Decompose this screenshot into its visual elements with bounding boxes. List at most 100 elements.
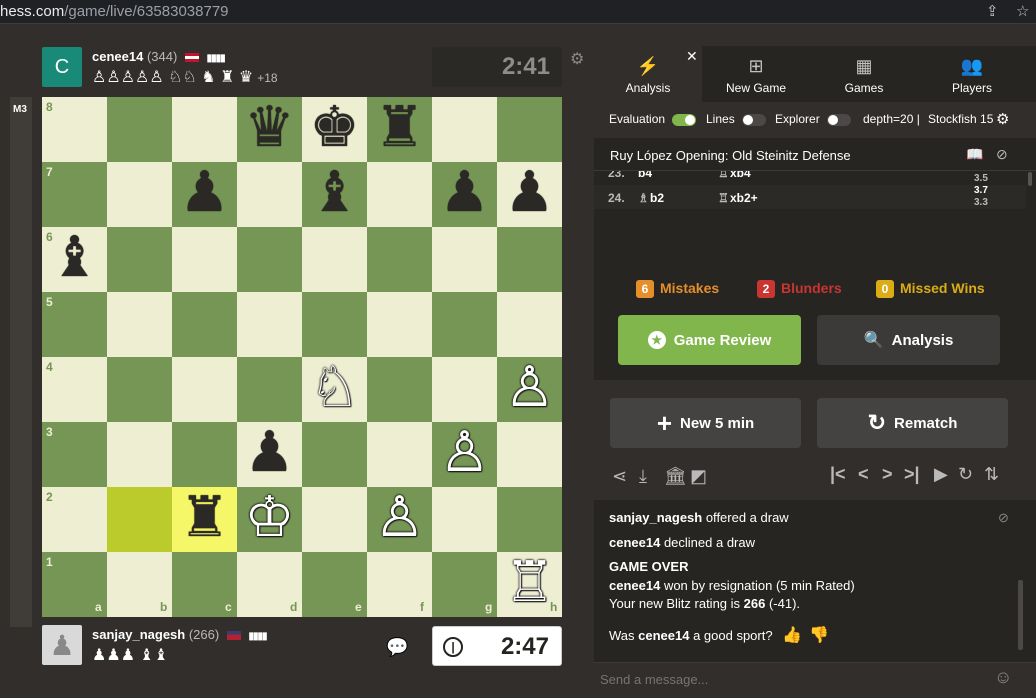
square-h3[interactable] bbox=[497, 422, 562, 487]
lines-toggle[interactable]: Lines bbox=[706, 112, 767, 126]
square-h2[interactable] bbox=[497, 487, 562, 552]
chessboard[interactable]: 8 7 6 5 4 3 2 1 a b c d e f g h ♛ ♚ ♜ ♟ ♝ ♟ ♟ ♝ ♘ ♙ ♟ ♙ ♜ ♔ ♙ ♖ bbox=[42, 95, 562, 617]
square-f4[interactable] bbox=[367, 357, 432, 422]
square-d5[interactable] bbox=[237, 292, 302, 357]
tab-games[interactable]: ▦ Games bbox=[810, 46, 918, 102]
square-e2[interactable] bbox=[302, 487, 367, 552]
square-d6[interactable] bbox=[237, 227, 302, 292]
square-c6[interactable] bbox=[172, 227, 237, 292]
square-g4[interactable] bbox=[432, 357, 497, 422]
library-icon[interactable]: 🏛 bbox=[664, 466, 687, 487]
previous-move-icon[interactable]: < bbox=[858, 464, 869, 485]
move-black[interactable]: xb4 bbox=[730, 171, 751, 180]
close-icon[interactable]: ✕ bbox=[686, 48, 698, 65]
black-pawn-d3[interactable]: ♟ bbox=[237, 420, 302, 485]
share-icon[interactable]: ⋖ bbox=[612, 466, 627, 487]
square-d4[interactable] bbox=[237, 357, 302, 422]
player-name[interactable]: sanjay_nagesh bbox=[92, 627, 185, 642]
emoji-icon[interactable]: ☺ bbox=[994, 667, 1012, 688]
square-h8[interactable] bbox=[497, 97, 562, 162]
white-knight-e4[interactable]: ♘ bbox=[302, 355, 367, 420]
url-text[interactable]: hess.com/game/live/63583038779 bbox=[0, 3, 229, 20]
star-icon[interactable]: ☆ bbox=[1016, 2, 1029, 20]
analysis-button[interactable]: 🔍 Analysis bbox=[817, 315, 1000, 365]
browser-address-bar[interactable]: hess.com/game/live/63583038779 ⇪ ☆ bbox=[0, 0, 1036, 24]
black-king-e8[interactable]: ♚ bbox=[302, 95, 367, 160]
scrollbar[interactable] bbox=[1018, 580, 1023, 650]
black-pawn-h7[interactable]: ♟ bbox=[497, 160, 562, 225]
thumbs-down-icon[interactable]: 👎 bbox=[809, 625, 829, 645]
share-icon[interactable]: ⇪ bbox=[986, 2, 999, 20]
gear-icon[interactable]: ⚙ bbox=[996, 110, 1009, 128]
game-review-button[interactable]: ★ Game Review bbox=[618, 315, 801, 365]
new-game-button[interactable]: + New 5 min bbox=[610, 398, 801, 448]
compass-icon[interactable]: ⊘ bbox=[996, 146, 1008, 163]
square-h5[interactable] bbox=[497, 292, 562, 357]
square-g5[interactable] bbox=[432, 292, 497, 357]
move-white[interactable]: b4 bbox=[638, 171, 652, 180]
square-e5[interactable] bbox=[302, 292, 367, 357]
square-g2[interactable] bbox=[432, 487, 497, 552]
square-f7[interactable] bbox=[367, 162, 432, 227]
book-icon[interactable]: 📖 bbox=[966, 146, 983, 163]
square-b6[interactable] bbox=[107, 227, 172, 292]
square-b7[interactable] bbox=[107, 162, 172, 227]
black-bishop-a6[interactable]: ♝ bbox=[42, 225, 107, 290]
black-rook-f8[interactable]: ♜ bbox=[367, 95, 432, 160]
white-pawn-f2[interactable]: ♙ bbox=[367, 485, 432, 550]
avatar[interactable]: ♟ bbox=[42, 625, 82, 665]
move-black[interactable]: xb2+ bbox=[730, 191, 758, 205]
square-b2[interactable] bbox=[107, 487, 172, 552]
thumbs-up-icon[interactable]: 👍 bbox=[782, 625, 802, 645]
scrollbar[interactable] bbox=[1028, 172, 1032, 186]
white-king-d2[interactable]: ♔ bbox=[237, 485, 302, 550]
move-white[interactable]: b2 bbox=[650, 191, 664, 205]
square-c3[interactable] bbox=[172, 422, 237, 487]
square-h6[interactable] bbox=[497, 227, 562, 292]
square-b8[interactable] bbox=[107, 97, 172, 162]
square-f5[interactable] bbox=[367, 292, 432, 357]
square-g6[interactable] bbox=[432, 227, 497, 292]
square-f6[interactable] bbox=[367, 227, 432, 292]
rematch-button[interactable]: ↻ Rematch bbox=[817, 398, 1008, 448]
square-d7[interactable] bbox=[237, 162, 302, 227]
black-bishop-e7[interactable]: ♝ bbox=[302, 160, 367, 225]
black-queen-d8[interactable]: ♛ bbox=[237, 95, 302, 160]
board-image-icon[interactable]: ◩ bbox=[690, 466, 707, 487]
square-c5[interactable] bbox=[172, 292, 237, 357]
reset-icon[interactable]: ↻ bbox=[958, 464, 973, 485]
square-g8[interactable] bbox=[432, 97, 497, 162]
square-c4[interactable] bbox=[172, 357, 237, 422]
black-pawn-c7[interactable]: ♟ bbox=[172, 160, 237, 225]
tab-new-game[interactable]: ⊞ New Game bbox=[702, 46, 810, 102]
toggle-on[interactable] bbox=[672, 113, 697, 126]
message-input[interactable] bbox=[600, 667, 980, 691]
black-pawn-g7[interactable]: ♟ bbox=[432, 160, 497, 225]
evaluation-toggle[interactable]: Evaluation bbox=[609, 112, 697, 126]
chat-bubble-icon[interactable]: 💬 bbox=[386, 637, 408, 658]
square-f3[interactable] bbox=[367, 422, 432, 487]
square-e3[interactable] bbox=[302, 422, 367, 487]
square-b4[interactable] bbox=[107, 357, 172, 422]
toggle-off[interactable] bbox=[742, 113, 767, 126]
white-pawn-g3[interactable]: ♙ bbox=[432, 420, 497, 485]
next-move-icon[interactable]: > bbox=[882, 464, 893, 485]
square-b5[interactable] bbox=[107, 292, 172, 357]
player-name[interactable]: cenee14 bbox=[92, 49, 143, 64]
black-rook-c2[interactable]: ♜ bbox=[172, 485, 237, 550]
first-move-icon[interactable]: |< bbox=[830, 464, 846, 485]
tab-players[interactable]: 👥 Players bbox=[918, 46, 1026, 102]
avatar[interactable]: C bbox=[42, 47, 82, 87]
square-c8[interactable] bbox=[172, 97, 237, 162]
hide-chat-icon[interactable]: ⊘ bbox=[998, 510, 1009, 526]
gear-icon[interactable]: ⚙ bbox=[570, 49, 584, 69]
white-rook-h1[interactable]: ♖ bbox=[497, 550, 562, 615]
flip-board-icon[interactable]: ⇅ bbox=[984, 464, 999, 485]
explorer-toggle[interactable]: Explorer bbox=[775, 112, 852, 126]
toggle-off[interactable] bbox=[827, 113, 852, 126]
white-pawn-h4[interactable]: ♙ bbox=[497, 355, 562, 420]
play-icon[interactable]: ▶ bbox=[934, 464, 948, 485]
last-move-icon[interactable]: >| bbox=[904, 464, 920, 485]
square-b3[interactable] bbox=[107, 422, 172, 487]
square-e6[interactable] bbox=[302, 227, 367, 292]
